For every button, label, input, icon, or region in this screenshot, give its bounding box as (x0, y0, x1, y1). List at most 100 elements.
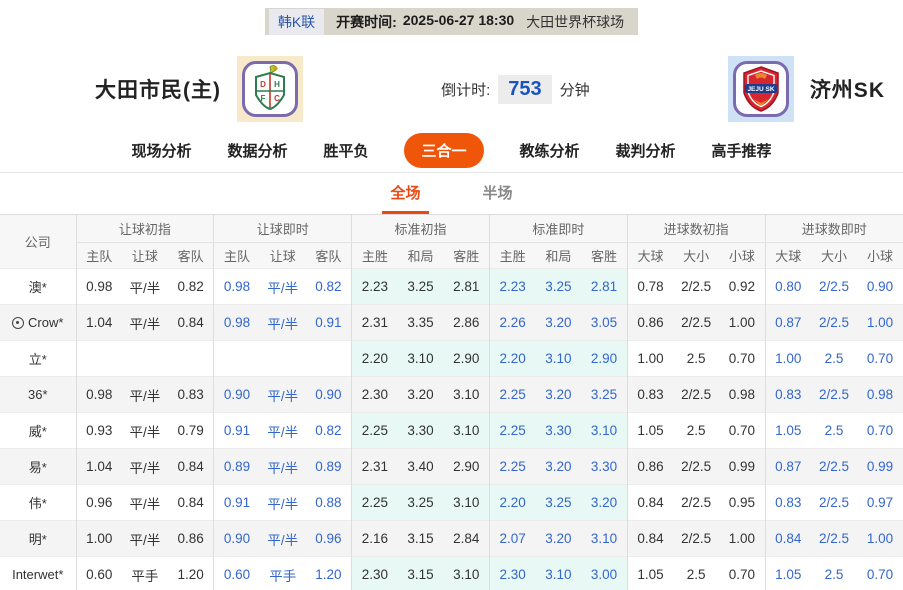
odds-cell-goals_initial: 2/2.5 (673, 268, 720, 305)
odds-cell-goals_live: 1.00 (764, 340, 811, 377)
odds-cell-std_initial: 2.20 (351, 340, 398, 377)
away-crest-icon: JEJU SK (743, 66, 779, 112)
odds-cell-goals_live: 0.70 (856, 412, 903, 449)
company-cell[interactable]: 威* (0, 412, 76, 449)
odds-cell-handicap_initial: 平/半 (121, 268, 168, 305)
company-cell[interactable]: 易* (0, 448, 76, 485)
col-group-标准即时: 标准即时 (488, 214, 628, 243)
odds-cell-handicap_initial: 1.04 (75, 304, 122, 341)
odds-cell-std_initial: 2.30 (351, 556, 398, 590)
odds-cell-std_initial: 2.16 (351, 520, 398, 557)
company-cell[interactable]: 36* (0, 376, 76, 413)
odds-cell-handicap_live: 0.91 (213, 412, 260, 449)
odds-cell-handicap_live: 平/半 (259, 412, 306, 449)
odds-cell-goals_live: 1.05 (764, 556, 811, 590)
odds-cell-std_initial: 2.86 (443, 304, 490, 341)
svg-text:D: D (260, 80, 266, 89)
odds-cell-goals_live: 0.83 (764, 484, 811, 521)
col-sub-进球数初指-大球: 大球 (626, 242, 674, 269)
odds-cell-std_initial: 3.10 (443, 484, 490, 521)
odds-cell-goals_initial: 1.00 (626, 340, 674, 377)
home-crest-icon: D H F C (255, 65, 285, 111)
col-sub-进球数初指-小球: 小球 (719, 242, 766, 269)
league-badge[interactable]: 韩K联 (268, 8, 325, 35)
odds-cell-std_initial: 3.15 (397, 520, 444, 557)
table-row: Crow* 1.04 平/半 0.84 0.98 平/半 0.91 2.31 3.35 2.86 2… (0, 304, 903, 341)
odds-cell-goals_live: 0.70 (856, 556, 903, 590)
odds-cell-handicap_live (259, 340, 306, 377)
company-cell[interactable]: 澳* (0, 268, 76, 305)
tab-裁判分析[interactable]: 裁判分析 (616, 140, 676, 161)
tab-三合一[interactable]: 三合一 (404, 133, 484, 168)
away-crest-frame: JEJU SK (732, 61, 789, 117)
odds-cell-std_initial: 3.15 (397, 556, 444, 590)
odds-cell-goals_initial: 2/2.5 (673, 448, 720, 485)
odds-cell-handicap_initial: 0.83 (167, 376, 214, 413)
tab-现场分析[interactable]: 现场分析 (131, 140, 191, 161)
company-cell[interactable]: 立* (0, 340, 76, 377)
odds-cell-handicap_initial: 0.84 (167, 448, 214, 485)
odds-cell-goals_live: 0.98 (856, 376, 903, 413)
odds-cell-handicap_live: 平/半 (259, 520, 306, 557)
odds-cell-goals_initial: 0.83 (626, 376, 674, 413)
odds-cell-goals_initial: 2.5 (673, 556, 720, 590)
odds-cell-goals_live: 2/2.5 (811, 520, 857, 557)
col-group-进球数初指: 进球数初指 (626, 214, 766, 243)
col-sub-标准即时-和局: 和局 (535, 242, 582, 269)
odds-cell-std_live: 2.26 (488, 304, 536, 341)
odds-cell-handicap_live: 0.98 (213, 304, 260, 341)
odds-cell-std_live: 3.20 (581, 484, 628, 521)
svg-text:JEJU SK: JEJU SK (747, 86, 774, 93)
odds-cell-std_initial: 2.84 (443, 520, 490, 557)
tab-教练分析[interactable]: 教练分析 (520, 140, 580, 161)
company-cell[interactable]: 明* (0, 520, 76, 557)
odds-cell-handicap_initial: 1.20 (167, 556, 214, 590)
odds-cell-goals_initial: 0.70 (719, 556, 766, 590)
odds-cell-std_live: 3.20 (535, 448, 582, 485)
subtab-半场[interactable]: 半场 (475, 182, 521, 214)
tab-胜平负[interactable]: 胜平负 (323, 140, 368, 161)
countdown-label: 倒计时: (441, 81, 491, 99)
table-row: Interwet* 0.60 平手 1.20 0.60 平手 1.20 2.30 3.15 3.1… (0, 556, 903, 590)
svg-text:C: C (274, 94, 280, 103)
odds-cell-handicap_initial: 0.79 (167, 412, 214, 449)
tab-数据分析[interactable]: 数据分析 (227, 140, 287, 161)
odds-cell-handicap_initial: 1.04 (75, 448, 122, 485)
odds-cell-handicap_live (213, 340, 260, 377)
col-group-标准初指: 标准初指 (351, 214, 490, 243)
odds-cell-std_live: 3.25 (535, 484, 582, 521)
company-cell[interactable]: Interwet* (0, 556, 76, 590)
odds-cell-handicap_initial: 平/半 (121, 484, 168, 521)
company-cell[interactable]: 伟* (0, 484, 76, 521)
odds-cell-std_initial: 2.31 (351, 304, 398, 341)
odds-cell-goals_live: 2.5 (811, 340, 857, 377)
odds-cell-std_initial: 3.40 (397, 448, 444, 485)
odds-table: 公司 让球初指 让球即时 标准初指 标准即时 进球数初指 进球数即时 主队 让球 客队 主队 让球 客队… (0, 214, 903, 590)
odds-cell-goals_live: 1.00 (856, 520, 903, 557)
odds-cell-std_initial: 3.35 (397, 304, 444, 341)
company-cell[interactable]: Crow* (0, 304, 76, 341)
odds-cell-std_live: 2.20 (488, 340, 536, 377)
odds-cell-handicap_live: 0.91 (213, 484, 260, 521)
table-row: 澳* 0.98 平/半 0.82 0.98 平/半 0.82 2.23 3.25 2.81 2.23… (0, 268, 903, 305)
odds-cell-handicap_initial: 0.86 (167, 520, 214, 557)
odds-comparison-page: 韩K联 开赛时间: 2025-06-27 18:30 大田世界杯球场 大田市民(… (0, 0, 903, 590)
venue-label: 大田世界杯球场 (526, 13, 625, 30)
odds-cell-goals_live: 2/2.5 (811, 268, 857, 305)
odds-cell-handicap_initial: 平/半 (121, 520, 168, 557)
away-team-name: 济州SK (809, 79, 885, 102)
odds-cell-handicap_initial: 1.00 (75, 520, 122, 557)
svg-text:H: H (274, 80, 280, 89)
odds-cell-goals_live: 0.97 (856, 484, 903, 521)
odds-cell-goals_initial: 0.92 (719, 268, 766, 305)
odds-cell-goals_initial: 0.86 (626, 448, 674, 485)
odds-cell-std_initial: 3.25 (397, 484, 444, 521)
home-team-name: 大田市民(主) (95, 79, 221, 102)
countdown-value: 753 (498, 74, 552, 104)
odds-cell-std_initial: 2.31 (351, 448, 398, 485)
subtab-全场[interactable]: 全场 (382, 182, 429, 214)
odds-cell-goals_live: 0.99 (856, 448, 903, 485)
analysis-tabs: 现场分析 数据分析 胜平负 三合一 教练分析 裁判分析 高手推荐 (0, 129, 903, 173)
tab-高手推荐[interactable]: 高手推荐 (712, 140, 772, 161)
odds-cell-handicap_live: 0.82 (305, 412, 352, 449)
